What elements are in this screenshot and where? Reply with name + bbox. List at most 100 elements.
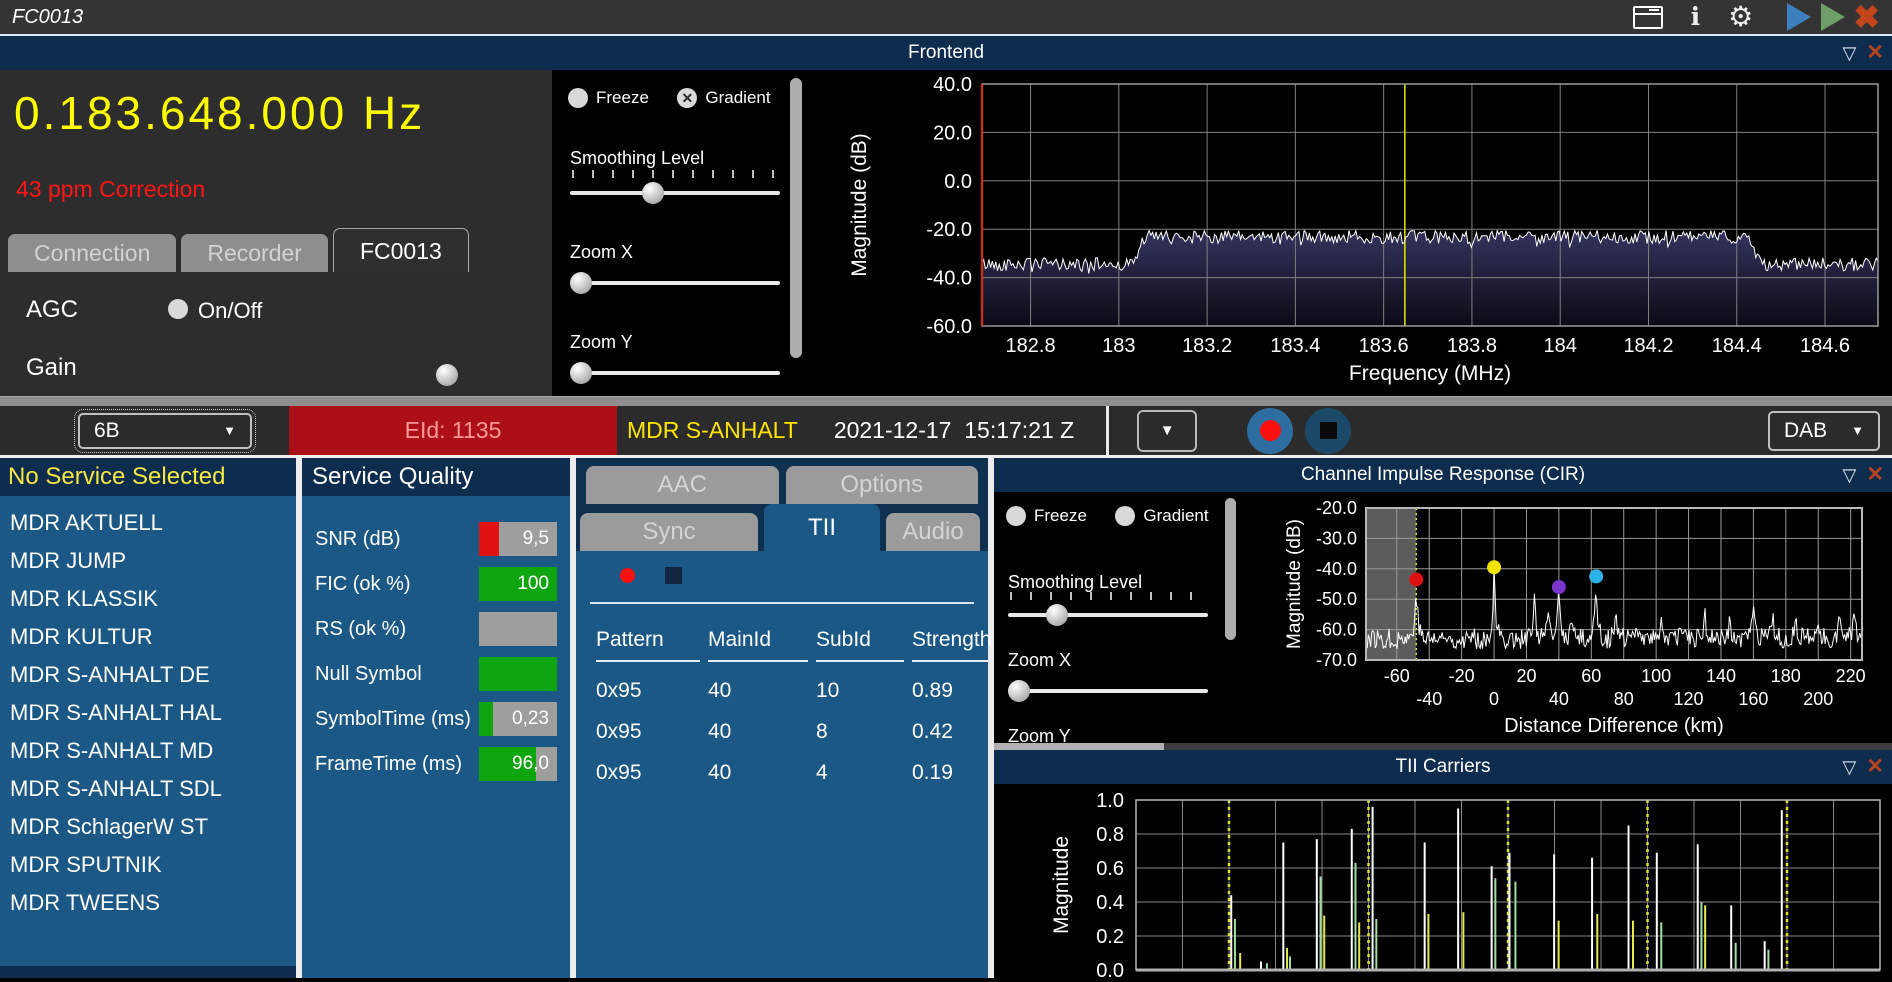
spectrum-plot: 40.0 20.0 0.0 -20.0 -40.0 -60.0 182.8 183 183.2 1… (810, 70, 1892, 396)
quality-row: SNR (dB) 9,5 (302, 522, 570, 556)
info-icon[interactable]: ℹ (1691, 5, 1701, 30)
cir-zoom-x-label: Zoom X (1008, 650, 1072, 670)
freeze-radio[interactable]: Freeze (568, 88, 649, 108)
cir-zoom-x-slider-thumb[interactable] (1008, 680, 1030, 702)
zoom-y-slider-thumb[interactable] (570, 362, 592, 384)
quality-row: FrameTime (ms) 96,0 (302, 747, 570, 781)
svg-text:160: 160 (1738, 689, 1768, 709)
agc-onoff-label: On/Off (198, 298, 263, 323)
svg-text:20.0: 20.0 (933, 122, 972, 144)
stop-icon (1319, 422, 1337, 439)
svg-text:0.0: 0.0 (1096, 960, 1124, 978)
toolbar-separator (1106, 406, 1110, 455)
tab-fc0013[interactable]: FC0013 (332, 228, 469, 272)
window-icon[interactable] (1632, 5, 1663, 29)
tii-table-cell: 40 (708, 761, 732, 784)
tab-sync[interactable]: Sync (580, 513, 758, 551)
square-indicator-icon (665, 567, 682, 584)
gradient-radio-circle[interactable]: ✕ (677, 88, 698, 108)
quality-label: Null Symbol (315, 662, 422, 685)
play-green-icon[interactable] (1821, 3, 1846, 31)
service-list-item[interactable]: MDR KLASSIK (0, 580, 296, 618)
service-list-item[interactable]: MDR JUMP (0, 542, 296, 580)
cir-hscrollbar-thumb[interactable] (994, 743, 1164, 750)
svg-text:184.2: 184.2 (1623, 335, 1673, 357)
service-list-item[interactable]: MDR SchlagerW ST (0, 808, 296, 846)
svg-text:-50.0: -50.0 (1316, 589, 1357, 609)
cir-gradient-radio[interactable]: Gradient (1115, 506, 1209, 526)
gear-icon[interactable]: ⚙ (1728, 3, 1753, 31)
svg-text:0.8: 0.8 (1096, 824, 1124, 846)
agc-radio[interactable] (168, 299, 188, 319)
channel-select[interactable]: 6B ▼ (74, 408, 256, 453)
cir-zoom-x-slider[interactable] (1008, 680, 1208, 702)
service-list-item[interactable]: MDR S-ANHALT DE (0, 656, 296, 694)
tab-recorder[interactable]: Recorder (181, 234, 328, 272)
quality-value: 96,0 (512, 753, 549, 774)
svg-text:80: 80 (1614, 689, 1634, 709)
cir-smoothing-slider-thumb[interactable] (1046, 604, 1068, 626)
horizontal-divider[interactable] (0, 396, 1892, 406)
cir-controls-scrollbar[interactable] (1225, 498, 1236, 640)
service-list-item[interactable]: MDR S-ANHALT MD (0, 732, 296, 770)
service-list-item[interactable]: MDR TWEENS (0, 884, 296, 922)
service-selection-header: No Service Selected (0, 458, 296, 496)
tii-table-cell: 0x95 (596, 761, 642, 784)
panel-close-icon[interactable]: ✕ (1866, 36, 1884, 70)
record-button[interactable] (1247, 407, 1294, 454)
service-list-item[interactable]: MDR KULTUR (0, 618, 296, 656)
quality-row: Null Symbol (302, 657, 570, 691)
svg-text:-70.0: -70.0 (1316, 650, 1357, 670)
svg-text:-60: -60 (1384, 666, 1410, 686)
zoom-y-slider[interactable] (570, 362, 780, 384)
freeze-radio-circle[interactable] (568, 88, 588, 108)
tab-connection[interactable]: Connection (8, 234, 177, 272)
tab-tii[interactable]: TII (764, 504, 880, 551)
tii-table-header: MainId (708, 628, 808, 662)
cir-plot: -20.0 -30.0 -40.0 -50.0 -60.0 -70.0 -60 -20 20 60… (1280, 492, 1892, 750)
service-list-item[interactable]: MDR AKTUELL (0, 504, 296, 542)
cir-freeze-radio[interactable]: Freeze (1006, 506, 1087, 526)
svg-text:183: 183 (1102, 335, 1135, 357)
collapse-icon[interactable]: ▽ (1843, 36, 1857, 70)
svg-text:-30.0: -30.0 (1316, 528, 1357, 548)
collapse-icon[interactable]: ▽ (1843, 750, 1857, 784)
cir-hscrollbar[interactable] (994, 743, 1892, 750)
svg-text:-40.0: -40.0 (1316, 559, 1357, 579)
tab-aac[interactable]: AAC (586, 466, 779, 504)
panel-close-icon[interactable]: ✕ (1866, 750, 1884, 784)
service-list-item[interactable]: MDR S-ANHALT HAL (0, 694, 296, 732)
cir-smoothing-slider[interactable] (1008, 592, 1208, 626)
tab-audio[interactable]: Audio (886, 513, 980, 551)
cir-panel-header: Channel Impulse Response (CIR) ▽ ✕ (994, 458, 1892, 492)
tab-options[interactable]: Options (785, 466, 978, 504)
quality-value: 0,23 (512, 708, 549, 729)
gain-slider-thumb[interactable] (436, 364, 458, 386)
panel-close-icon[interactable]: ✕ (1866, 458, 1884, 492)
dropdown-button[interactable]: ▼ (1137, 409, 1198, 452)
service-list-item[interactable]: MDR SPUTNIK (0, 846, 296, 884)
service-panel: No Service Selected MDR AKTUELL MDR JUMP M… (0, 458, 296, 978)
cir-freeze-radio-circle[interactable] (1006, 506, 1026, 526)
svg-text:0.2: 0.2 (1096, 926, 1124, 948)
smoothing-slider-thumb[interactable] (642, 182, 664, 204)
cir-gradient-radio-circle[interactable] (1115, 506, 1136, 526)
zoom-x-slider[interactable] (570, 272, 780, 294)
tii-carriers-plot: 1.0 0.8 0.6 0.4 0.2 0.0 Magnitude (994, 784, 1892, 978)
svg-text:184.6: 184.6 (1800, 335, 1850, 357)
quality-bar: 9,5 (479, 522, 557, 556)
close-icon[interactable]: ✖ (1853, 1, 1880, 33)
collapse-icon[interactable]: ▽ (1843, 458, 1857, 492)
play-blue-icon[interactable] (1787, 3, 1812, 31)
service-list-item[interactable]: MDR S-ANHALT SDL (0, 770, 296, 808)
stop-button[interactable] (1305, 407, 1352, 454)
mode-select[interactable]: DAB ▼ (1768, 410, 1880, 451)
chevron-down-icon: ▼ (223, 423, 236, 438)
smoothing-slider[interactable] (570, 170, 780, 204)
chevron-down-icon: ▼ (1159, 422, 1175, 439)
service-quality-title: Service Quality (302, 458, 570, 496)
controls-scrollbar[interactable] (790, 78, 802, 358)
tii-table-cell: 4 (816, 761, 828, 784)
zoom-x-slider-thumb[interactable] (570, 272, 592, 294)
gradient-radio[interactable]: ✕ Gradient (677, 88, 771, 108)
